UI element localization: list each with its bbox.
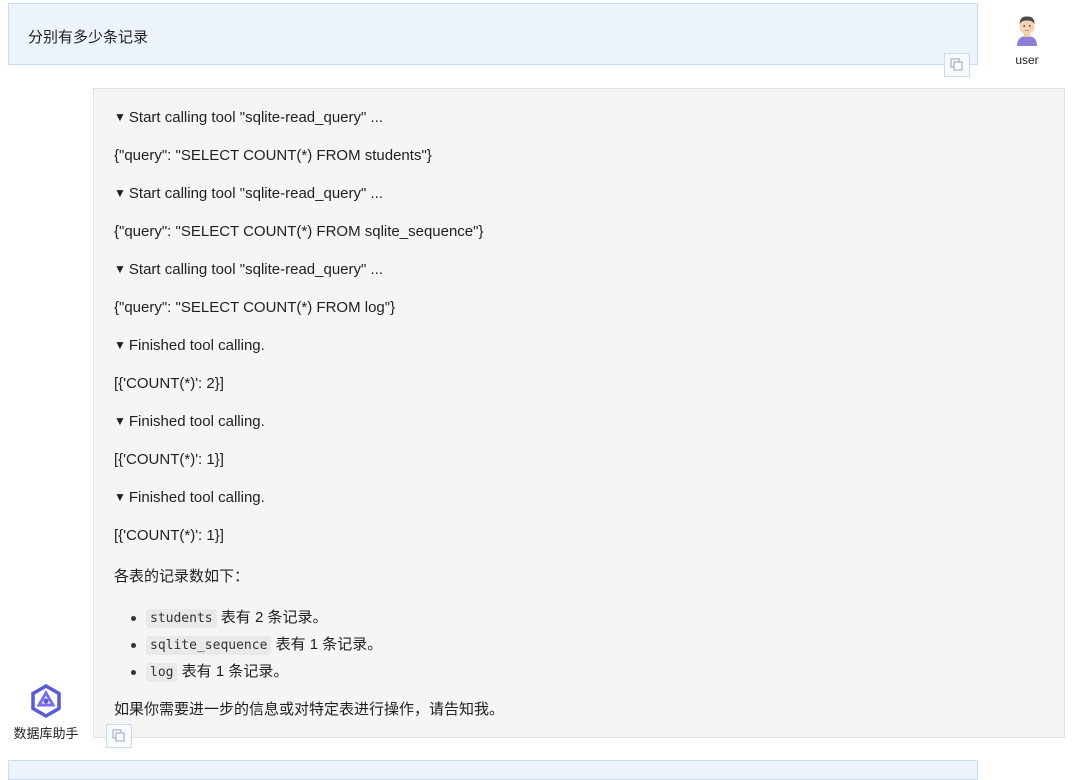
- disclosure-triangle-icon: ▼: [114, 490, 126, 504]
- tool-call-label: Finished tool calling.: [128, 337, 265, 354]
- record-count-list: students 表有 2 条记录。 sqlite_sequence 表有 1 …: [114, 604, 382, 685]
- tool-call-toggle[interactable]: ▼ Finished tool calling.: [114, 413, 265, 430]
- tool-call-toggle[interactable]: ▼ Start calling tool "sqlite-read_query" …: [114, 261, 383, 278]
- copy-icon: [112, 729, 125, 742]
- user-avatar-block: user: [1004, 12, 1050, 67]
- tool-call-label: Start calling tool "sqlite-read_query" .…: [128, 261, 383, 278]
- list-item: sqlite_sequence 表有 1 条记录。: [114, 631, 382, 658]
- message-line: [{'COUNT(*)': 1}]: [114, 451, 224, 468]
- message-line-text: [{'COUNT(*)': 1}]: [114, 451, 224, 468]
- assistant-label: 数据库助手: [13, 726, 79, 741]
- message-line-text: 各表的记录数如下：: [114, 568, 250, 585]
- assistant-logo-icon: [31, 683, 61, 719]
- list-item: log 表有 1 条记录。: [114, 658, 382, 685]
- disclosure-triangle-icon: ▼: [114, 110, 126, 124]
- table-name-code: log: [146, 663, 178, 682]
- list-item-text: 表有 1 条记录。: [177, 663, 289, 680]
- tool-call-label: Finished tool calling.: [128, 489, 265, 506]
- disclosure-triangle-icon: ▼: [114, 338, 126, 352]
- message-line: {"query": "SELECT COUNT(*) FROM log"}: [114, 299, 395, 316]
- user-message-bubble: 分别有多少条记录: [8, 3, 978, 65]
- copy-icon: [950, 58, 963, 71]
- disclosure-triangle-icon: ▼: [114, 414, 126, 428]
- tool-call-toggle[interactable]: ▼ Start calling tool "sqlite-read_query" …: [114, 109, 383, 126]
- closing-text: 如果你需要进一步的信息或对特定表进行操作，请告知我。: [114, 701, 505, 718]
- message-line: {"query": "SELECT COUNT(*) FROM sqlite_s…: [114, 223, 484, 240]
- tool-call-label: Start calling tool "sqlite-read_query" .…: [128, 185, 383, 202]
- message-line-text: [{'COUNT(*)': 2}]: [114, 375, 224, 392]
- user-label: user: [1015, 53, 1039, 67]
- list-item-text: 表有 1 条记录。: [271, 636, 383, 653]
- next-message-bubble: [8, 760, 978, 780]
- tool-call-toggle[interactable]: ▼ Start calling tool "sqlite-read_query" …: [114, 185, 383, 202]
- tool-call-label: Start calling tool "sqlite-read_query" .…: [128, 109, 383, 126]
- list-item-text: 表有 2 条记录。: [216, 609, 328, 626]
- disclosure-triangle-icon: ▼: [114, 262, 126, 276]
- assistant-avatar-block: 数据库助手: [8, 683, 84, 742]
- message-line-text: [{'COUNT(*)': 1}]: [114, 527, 224, 544]
- message-line: [{'COUNT(*)': 1}]: [114, 527, 224, 544]
- assistant-message-bubble: ▼ Start calling tool "sqlite-read_query" …: [93, 88, 1065, 738]
- table-name-code: sqlite_sequence: [146, 636, 272, 655]
- message-line-text: {"query": "SELECT COUNT(*) FROM sqlite_s…: [114, 223, 484, 240]
- list-item: students 表有 2 条记录。: [114, 604, 382, 631]
- tool-call-toggle[interactable]: ▼ Finished tool calling.: [114, 337, 265, 354]
- copy-user-message-button[interactable]: [944, 53, 970, 77]
- message-line-text: {"query": "SELECT COUNT(*) FROM log"}: [114, 299, 396, 316]
- message-line: [{'COUNT(*)': 2}]: [114, 375, 224, 392]
- user-message-text: 分别有多少条记录: [28, 29, 149, 46]
- disclosure-triangle-icon: ▼: [114, 186, 126, 200]
- message-line: 各表的记录数如下：: [114, 565, 249, 586]
- table-name-code: students: [146, 609, 217, 628]
- message-line-text: {"query": "SELECT COUNT(*) FROM students…: [114, 147, 432, 164]
- message-line: {"query": "SELECT COUNT(*) FROM students…: [114, 147, 432, 164]
- tool-call-label: Finished tool calling.: [128, 413, 265, 430]
- user-avatar-icon: [1017, 16, 1037, 46]
- copy-assistant-message-button[interactable]: [106, 724, 132, 748]
- tool-call-toggle[interactable]: ▼ Finished tool calling.: [114, 489, 265, 506]
